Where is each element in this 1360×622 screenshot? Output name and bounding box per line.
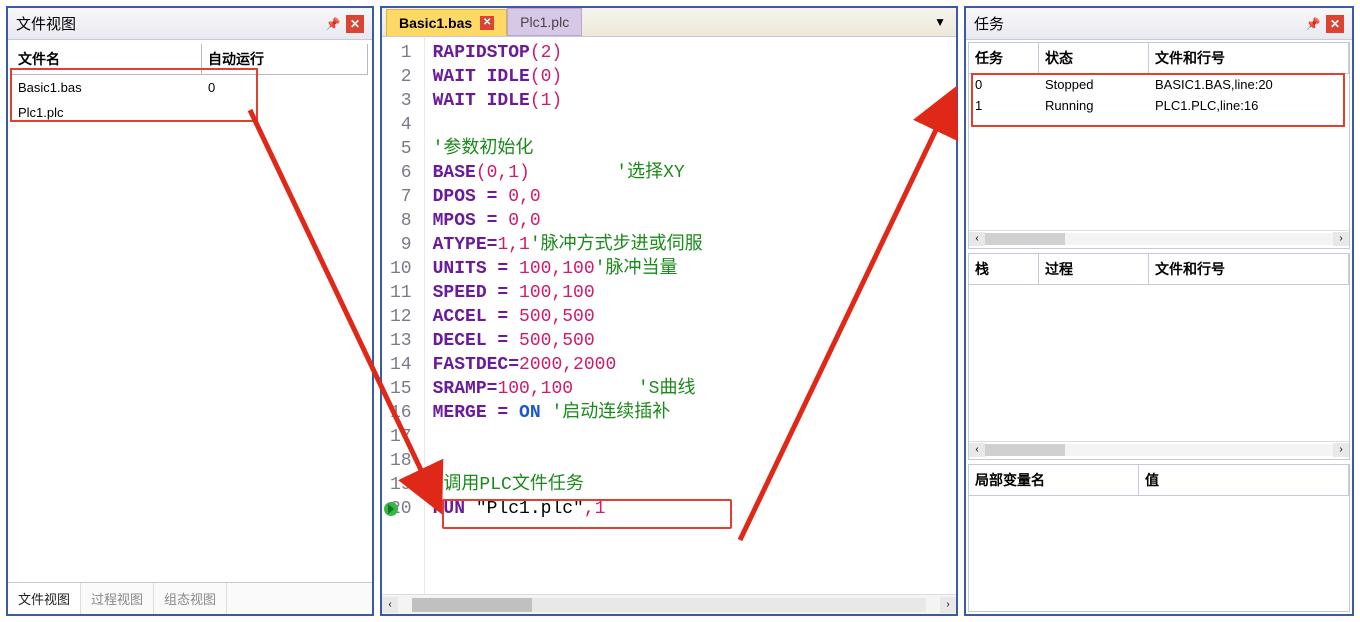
- task-body: 0 Stopped BASIC1.BAS,line:20 1 Running P…: [969, 74, 1349, 230]
- task-list-section: 任务 状态 文件和行号 0 Stopped BASIC1.BAS,line:20…: [968, 42, 1350, 249]
- task-hscroll[interactable]: ‹ ›: [969, 230, 1349, 248]
- tab-dropdown-icon[interactable]: ▼: [928, 15, 952, 29]
- file-view-title-bar: 文件视图 📌 ✕: [8, 8, 372, 40]
- scroll-right-icon[interactable]: ›: [940, 597, 956, 613]
- task-row[interactable]: 0 Stopped BASIC1.BAS,line:20: [969, 74, 1349, 95]
- file-row[interactable]: Basic1.bas 0: [12, 75, 368, 100]
- col-task[interactable]: 任务: [969, 43, 1039, 73]
- col-proc[interactable]: 过程: [1039, 254, 1149, 284]
- col-fileline[interactable]: 文件和行号: [1149, 254, 1349, 284]
- task-id: 1: [969, 95, 1039, 116]
- file-name-cell: Plc1.plc: [12, 102, 202, 123]
- file-view-title: 文件视图: [16, 13, 76, 34]
- tab-file-view[interactable]: 文件视图: [8, 583, 81, 614]
- file-table-header: 文件名 自动运行: [12, 44, 368, 75]
- task-header: 任务 状态 文件和行号: [969, 43, 1349, 74]
- tab-config-view[interactable]: 组态视图: [154, 583, 227, 614]
- tab-plc1[interactable]: Plc1.plc: [507, 8, 582, 36]
- task-row[interactable]: 1 Running PLC1.PLC,line:16: [969, 95, 1349, 116]
- editor-tab-bar: Basic1.bas ✕ Plc1.plc ▼: [382, 8, 956, 37]
- scrollbar-thumb[interactable]: [412, 598, 532, 612]
- close-icon[interactable]: ✕: [480, 16, 494, 30]
- task-title: 任务: [974, 13, 1004, 34]
- stack-body: [969, 285, 1349, 441]
- stack-hscroll[interactable]: ‹ ›: [969, 441, 1349, 459]
- col-varname[interactable]: 局部变量名: [969, 465, 1139, 495]
- col-fileline[interactable]: 文件和行号: [1149, 43, 1349, 73]
- line-gutter: 1234567891011121314151617181920: [382, 37, 425, 594]
- scroll-left-icon[interactable]: ‹: [969, 443, 985, 457]
- code-editor-panel: Basic1.bas ✕ Plc1.plc ▼ 1234567891011121…: [380, 6, 958, 616]
- scroll-right-icon[interactable]: ›: [1333, 232, 1349, 246]
- close-icon[interactable]: ✕: [346, 15, 364, 33]
- editor-hscroll[interactable]: ‹ ›: [382, 594, 956, 614]
- scroll-left-icon[interactable]: ‹: [382, 597, 398, 613]
- col-state[interactable]: 状态: [1039, 43, 1149, 73]
- locals-header: 局部变量名 值: [969, 465, 1349, 496]
- tab-process-view[interactable]: 过程视图: [81, 583, 154, 614]
- col-filename[interactable]: 文件名: [12, 44, 202, 74]
- file-row[interactable]: Plc1.plc: [12, 100, 368, 125]
- locals-section: 局部变量名 值: [968, 464, 1350, 612]
- task-loc: PLC1.PLC,line:16: [1149, 95, 1349, 116]
- col-stack[interactable]: 栈: [969, 254, 1039, 284]
- file-table-body: Basic1.bas 0 Plc1.plc: [12, 75, 368, 125]
- tab-basic1[interactable]: Basic1.bas ✕: [386, 9, 507, 36]
- run-line-highlight: [442, 499, 732, 529]
- code-area[interactable]: 1234567891011121314151617181920 RAPIDSTO…: [382, 37, 956, 594]
- tab-label: Basic1.bas: [399, 15, 472, 31]
- task-loc: BASIC1.BAS,line:20: [1149, 74, 1349, 95]
- file-auto-cell: [202, 102, 368, 123]
- close-icon[interactable]: ✕: [1326, 15, 1344, 33]
- locals-body: [969, 496, 1349, 611]
- file-auto-cell: 0: [202, 77, 368, 98]
- file-view-panel: 文件视图 📌 ✕ 文件名 自动运行 Basic1.bas 0 Plc1.plc: [6, 6, 374, 616]
- scroll-left-icon[interactable]: ‹: [969, 232, 985, 246]
- task-state: Running: [1039, 95, 1149, 116]
- task-panel: 任务 📌 ✕ 任务 状态 文件和行号 0 Stopped BASIC1.BAS,…: [964, 6, 1354, 616]
- pin-icon[interactable]: 📌: [324, 15, 342, 33]
- run-marker-icon: [384, 502, 398, 516]
- stack-header: 栈 过程 文件和行号: [969, 254, 1349, 285]
- file-name-cell: Basic1.bas: [12, 77, 202, 98]
- file-view-bottom-tabs: 文件视图 过程视图 组态视图: [8, 582, 372, 614]
- pin-icon[interactable]: 📌: [1304, 15, 1322, 33]
- col-autorun[interactable]: 自动运行: [202, 44, 368, 74]
- stack-section: 栈 过程 文件和行号 ‹ ›: [968, 253, 1350, 460]
- scrollbar-track[interactable]: [412, 598, 926, 612]
- tab-label: Plc1.plc: [520, 14, 569, 30]
- task-id: 0: [969, 74, 1039, 95]
- col-value[interactable]: 值: [1139, 465, 1349, 495]
- task-title-bar: 任务 📌 ✕: [966, 8, 1352, 40]
- scroll-right-icon[interactable]: ›: [1333, 443, 1349, 457]
- task-state: Stopped: [1039, 74, 1149, 95]
